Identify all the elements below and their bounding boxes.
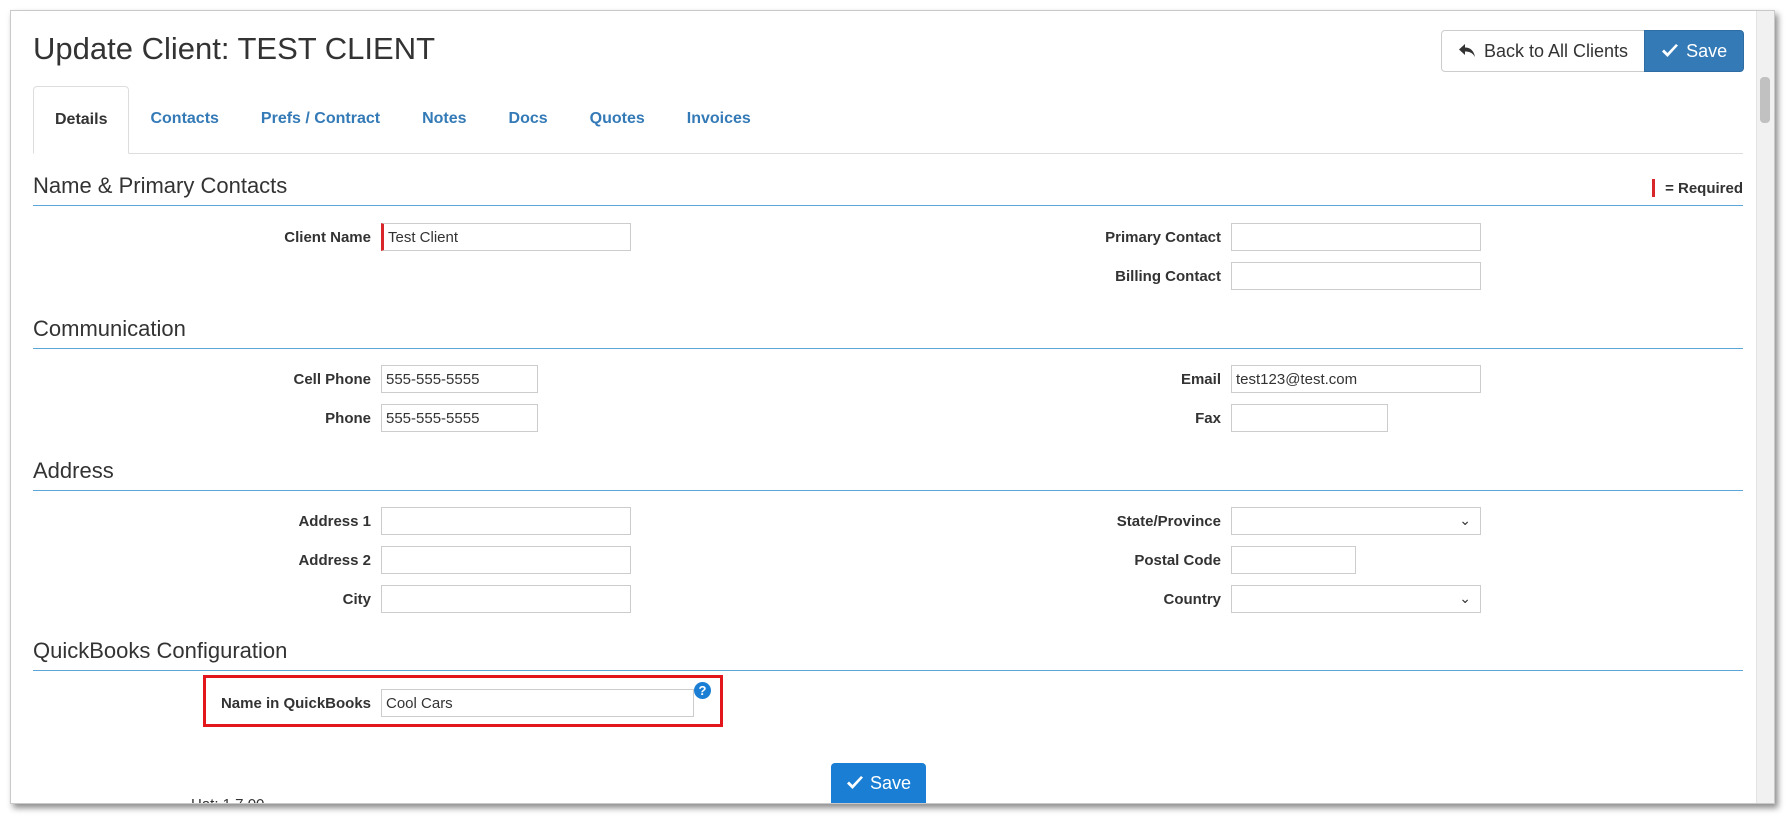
- check-icon: [1662, 44, 1679, 57]
- tab-docs[interactable]: Docs: [488, 86, 569, 153]
- tab-bar: Details Contacts Prefs / Contract Notes …: [33, 86, 1743, 154]
- address2-label: Address 2: [298, 552, 371, 569]
- tab-notes[interactable]: Notes: [401, 86, 487, 153]
- postal-code-label: Postal Code: [1134, 552, 1221, 569]
- cut-off-text: Hat: 1 7 00: [191, 796, 264, 803]
- city-label: City: [342, 591, 371, 608]
- state-province-select[interactable]: ⌄: [1231, 507, 1481, 535]
- section-title-name-primary: Name & Primary Contacts = Required: [33, 173, 1743, 206]
- back-arrow-icon: [1459, 44, 1475, 57]
- bottom-save-label: Save: [870, 772, 912, 793]
- chevron-down-icon: ⌄: [1459, 512, 1471, 528]
- required-legend: = Required: [1652, 179, 1743, 197]
- country-select[interactable]: ⌄: [1231, 585, 1481, 613]
- fax-input[interactable]: [1231, 404, 1388, 432]
- browser-frame: Update Client: TEST CLIENT Back to All C…: [10, 10, 1775, 804]
- section-name-primary-label: Name & Primary Contacts: [33, 173, 288, 198]
- save-button-label: Save: [1686, 40, 1728, 61]
- address2-input[interactable]: [381, 546, 631, 574]
- back-button-label: Back to All Clients: [1484, 40, 1629, 61]
- fax-label: Fax: [1195, 410, 1221, 427]
- tab-quotes[interactable]: Quotes: [569, 86, 666, 153]
- tab-invoices[interactable]: Invoices: [666, 86, 772, 153]
- client-name-label: Client Name: [284, 229, 371, 246]
- help-icon[interactable]: ?: [694, 682, 711, 699]
- qb-name-input[interactable]: [381, 689, 694, 717]
- section-title-quickbooks: QuickBooks Configuration: [33, 638, 1743, 671]
- city-input[interactable]: [381, 585, 631, 613]
- section-title-communication: Communication: [33, 316, 1743, 349]
- client-name-input[interactable]: [381, 223, 631, 251]
- save-button[interactable]: Save: [1644, 30, 1745, 72]
- cell-phone-label: Cell Phone: [293, 371, 371, 388]
- required-legend-text: = Required: [1665, 179, 1743, 197]
- billing-contact-input[interactable]: [1231, 262, 1481, 290]
- back-to-all-clients-button[interactable]: Back to All Clients: [1441, 30, 1646, 72]
- tab-contacts[interactable]: Contacts: [129, 86, 239, 153]
- tab-details[interactable]: Details: [33, 86, 130, 154]
- country-label: Country: [1163, 591, 1222, 608]
- email-label: Email: [1180, 371, 1221, 388]
- vertical-scrollbar[interactable]: [1756, 11, 1774, 803]
- phone-label: Phone: [325, 410, 371, 427]
- tab-prefs-contract[interactable]: Prefs / Contract: [240, 86, 401, 153]
- state-province-label: State/Province: [1116, 513, 1221, 530]
- bottom-save-button[interactable]: Save: [831, 763, 927, 803]
- address1-label: Address 1: [298, 513, 371, 530]
- email-input[interactable]: [1231, 365, 1481, 393]
- address1-input[interactable]: [381, 507, 631, 535]
- primary-contact-label: Primary Contact: [1105, 229, 1221, 246]
- header-buttons: Back to All Clients Save: [1441, 30, 1745, 72]
- billing-contact-label: Billing Contact: [1115, 268, 1221, 285]
- scrollbar-thumb[interactable]: [1760, 77, 1770, 123]
- cell-phone-input[interactable]: [381, 365, 538, 393]
- section-title-address: Address: [33, 458, 1743, 491]
- phone-input[interactable]: [381, 404, 538, 432]
- qb-name-label: Name in QuickBooks: [220, 695, 371, 712]
- chevron-down-icon: ⌄: [1459, 590, 1471, 606]
- page-title: Update Client: TEST CLIENT: [33, 31, 436, 66]
- check-icon: [847, 776, 863, 789]
- primary-contact-input[interactable]: [1231, 223, 1481, 251]
- postal-code-input[interactable]: [1231, 546, 1356, 574]
- required-marker: [1652, 179, 1656, 197]
